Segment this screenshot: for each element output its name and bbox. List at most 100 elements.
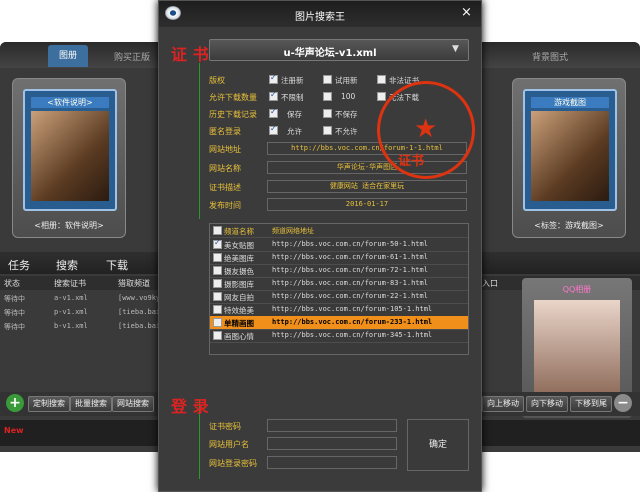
channel-row[interactable]: 摄影图库 http://bbs.voc.com.cn/forum-83-1.htm… [210,277,468,291]
channel-row[interactable]: 摄友摄色 http://bbs.voc.com.cn/forum-72-1.htm… [210,264,468,278]
cert-seal-stamp: ★ 证书 [377,81,475,179]
move-down-button[interactable]: 向下移动 [526,396,568,412]
registered-label: 注册新 [281,76,304,85]
dropdown-arrow-icon[interactable]: ▼ [452,44,459,54]
trial-label: 试用新 [335,76,358,85]
channel-row[interactable]: 特效绝美 http://bbs.voc.com.cn/forum-105-1.ht… [210,303,468,317]
channel-checkbox[interactable] [213,266,222,275]
channel-checkbox[interactable] [213,318,222,327]
stamp-text: 证书 [398,154,425,169]
tab-download[interactable]: 下载 [106,257,128,273]
dialog-titlebar[interactable]: 图片搜索王 × [159,1,481,27]
channel-row[interactable]: 网友自拍 http://bbs.voc.com.cn/forum-22-1.htm… [210,290,468,304]
col-status[interactable]: 状态 [4,278,20,289]
channel-row[interactable]: 绝美图库 http://bbs.voc.com.cn/forum-61-1.htm… [210,251,468,265]
tab-search[interactable]: 搜索 [56,257,78,273]
limit-checkbox[interactable] [323,92,332,101]
channel-checkbox[interactable] [213,279,222,288]
publish-time-field[interactable]: 2016-01-17 [267,198,467,211]
save-checkbox[interactable] [269,107,278,118]
no-save-checkbox[interactable] [323,109,332,118]
tab-task[interactable]: 任务 [8,257,30,273]
label-history-download: 历史下载记录 [209,110,257,119]
disallow-checkbox[interactable] [323,126,332,135]
registered-checkbox[interactable] [269,73,278,84]
channel-name: 美女贴图 [224,241,254,250]
label-site-name: 网站名称 [209,164,241,173]
channel-row[interactable]: 画图心情 http://bbs.voc.com.cn/forum-345-1.ht… [210,329,468,343]
album-shelf-right[interactable]: 游戏截图 <标签：游戏截图> [512,78,626,238]
no-download-checkbox[interactable] [377,92,386,101]
site-username-input[interactable] [267,437,397,450]
channel-checkbox[interactable] [213,331,222,340]
channel-checkbox[interactable] [213,305,222,314]
channel-grid: 频道名称 频道网络地址 美女贴图 http://bbs.voc.com.cn/fo… [209,223,469,355]
tab-album[interactable]: 图册 [48,45,88,67]
channel-checkbox[interactable] [213,292,222,301]
row-status: 等待中 [4,309,25,317]
channel-name: 特效绝美 [224,306,254,315]
cert-description-field[interactable]: 健康网站 适合在家里玩 [267,180,467,193]
custom-search-button[interactable]: 定制搜索 [28,396,70,412]
cert-file-value: u-华声论坛-v1.xml [283,48,377,59]
channel-url: http://bbs.voc.com.cn/forum-105-1.html [272,305,433,313]
shelf-caption: <相册：软件说明> [34,221,104,230]
row-cert: b-v1.xml [54,322,88,330]
allow-checkbox[interactable] [269,124,278,135]
count-value[interactable]: 100 [341,92,355,101]
trial-checkbox[interactable] [323,75,332,84]
table-row[interactable]: 等待中 p-v1.xml [tieba.bai [0,308,160,321]
channel-url: http://bbs.voc.com.cn/forum-61-1.html [272,253,428,261]
image-search-dialog: 图片搜索王 × 证 书 u-华声论坛-v1.xml ▼ 版权 允许下载数量 历史… [158,0,482,492]
illegal-checkbox[interactable] [377,75,386,84]
book-cover-image [531,111,609,201]
channel-row[interactable]: 单精画图 http://bbs.voc.com.cn/forum-233-1.ht… [210,316,468,330]
qq-album-title: QQ相册 [562,285,592,294]
channel-name: 画图心情 [224,332,254,341]
remove-button[interactable]: − [614,394,632,412]
site-password-input[interactable] [267,456,397,469]
album-shelf-left[interactable]: <软件说明> <相册：软件说明> [12,78,126,238]
new-badge: New [4,426,24,435]
cert-file-select[interactable]: u-华声论坛-v1.xml ▼ [209,39,469,61]
unlimited-checkbox[interactable] [269,90,278,101]
confirm-button[interactable]: 确定 [407,419,469,471]
col-channel-url[interactable]: 频道网络地址 [272,226,314,236]
table-row[interactable]: 等待中 a-v1.xml [www.vo9ky [0,294,160,307]
channel-name: 摄友摄色 [224,267,254,276]
channel-name: 绝美图库 [224,254,254,263]
channel-checkbox[interactable] [213,238,222,249]
album-book[interactable]: 游戏截图 [523,89,617,211]
col-cert[interactable]: 搜索证书 [54,278,86,289]
close-icon[interactable]: × [461,5,472,20]
channel-row[interactable]: 美女贴图 http://bbs.voc.com.cn/forum-50-1.htm… [210,238,468,252]
label-allow-download-count: 允许下载数量 [209,93,257,102]
tab-buy[interactable]: 购买正版 [114,50,150,63]
col-channel-name[interactable]: 频道名称 [224,226,254,237]
tab-background[interactable]: 背景图式 [532,50,568,63]
album-book[interactable]: <软件说明> [23,89,117,211]
row-status: 等待中 [4,323,25,331]
dialog-title: 图片搜索王 [295,12,345,23]
move-up-button[interactable]: 向上移动 [482,396,524,412]
section-divider [199,63,200,219]
site-search-button[interactable]: 网站搜索 [112,396,154,412]
col-channel[interactable]: 猎取频道 [118,278,150,289]
label-publish-time: 发布时间 [209,201,241,210]
batch-search-button[interactable]: 批量搜索 [70,396,112,412]
add-button[interactable]: + [6,394,24,412]
channel-url: http://bbs.voc.com.cn/forum-50-1.html [272,240,428,248]
select-all-checkbox[interactable] [213,226,222,235]
channel-checkbox[interactable] [213,253,222,262]
label-copyright: 版权 [209,76,225,85]
table-row[interactable]: 等待中 b-v1.xml [tieba.bai [0,322,160,335]
row-channel: [tieba.bai [118,308,161,316]
book-title: 游戏截图 [531,97,609,108]
row-channel: [tieba.bai [118,322,161,330]
shelf-caption: <标签：游戏截图> [534,221,604,230]
move-to-end-button[interactable]: 下移到尾 [570,396,612,412]
row-status: 等待中 [4,295,25,303]
cert-password-input[interactable] [267,419,397,432]
col-entry[interactable]: 入口 [482,278,498,289]
channel-name: 摄影图库 [224,280,254,289]
